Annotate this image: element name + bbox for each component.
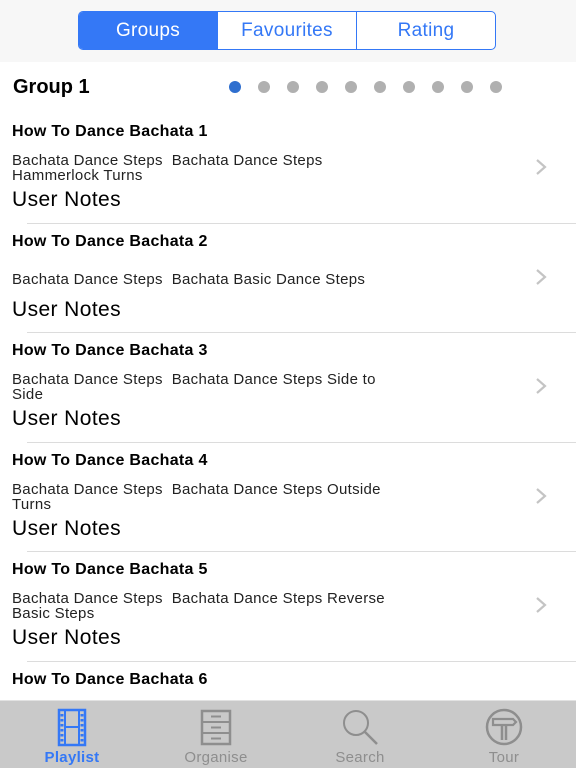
- top-bar: Groups Favourites Rating: [0, 0, 576, 62]
- video-list[interactable]: How To Dance Bachata 1 Bachata Dance Ste…: [0, 114, 576, 700]
- item-description: Bachata Dance Steps Bachata Dance Steps …: [12, 590, 385, 622]
- page-dot[interactable]: [461, 81, 473, 93]
- magnifier-icon: [343, 710, 378, 745]
- tab-playlist[interactable]: Playlist: [0, 701, 144, 768]
- page-dot[interactable]: [316, 81, 328, 93]
- film-strip-icon: [57, 708, 87, 747]
- page-dot[interactable]: [432, 81, 444, 93]
- page-dot[interactable]: [345, 81, 357, 93]
- chevron-right-icon: [536, 487, 547, 504]
- chevron-right-icon: [536, 378, 547, 394]
- item-description: Bachata Dance Steps Bachata Dance Steps …: [12, 480, 381, 513]
- tab-label: Search: [335, 749, 385, 766]
- segment-favourites[interactable]: Favourites: [217, 12, 356, 49]
- item-description: Bachata Dance Steps Bachata Dance Steps …: [12, 371, 376, 403]
- group-title: Group 1: [13, 76, 90, 98]
- item-title: How To Dance Bachata 3: [12, 342, 208, 359]
- page-dot[interactable]: [287, 81, 299, 93]
- list-item[interactable]: How To Dance Bachata 3 Bachata Dance Ste…: [0, 333, 576, 443]
- tab-label: Tour: [488, 749, 520, 766]
- tab-organise[interactable]: Organise: [144, 701, 288, 768]
- list-item[interactable]: How To Dance Bachata 5 Bachata Dance Ste…: [0, 552, 576, 662]
- item-notes: User Notes: [12, 407, 122, 430]
- tab-bar: Playlist Organise Search Tour: [0, 700, 576, 768]
- item-notes: User Notes: [12, 188, 122, 211]
- item-title: How To Dance Bachata 2: [12, 232, 208, 250]
- page-dot[interactable]: [258, 81, 270, 93]
- segmented-control: Groups Favourites Rating: [78, 11, 496, 50]
- list-item[interactable]: How To Dance Bachata 1 Bachata Dance Ste…: [0, 114, 576, 224]
- list-item[interactable]: How To Dance Bachata 6: [0, 662, 576, 701]
- item-title: How To Dance Bachata 1: [12, 123, 208, 140]
- signpost-icon: [485, 708, 523, 746]
- chevron-right-icon: [536, 597, 547, 613]
- item-title: How To Dance Bachata 6: [12, 670, 208, 688]
- segment-groups[interactable]: Groups: [79, 12, 217, 49]
- item-notes: User Notes: [12, 297, 122, 321]
- list-item[interactable]: How To Dance Bachata 2 Bachata Dance Ste…: [0, 224, 576, 333]
- page-dot[interactable]: [490, 81, 502, 93]
- item-notes: User Notes: [12, 626, 122, 649]
- item-title: How To Dance Bachata 4: [12, 451, 208, 469]
- list-item[interactable]: How To Dance Bachata 4 Bachata Dance Ste…: [0, 443, 576, 552]
- page-dot[interactable]: [229, 81, 241, 93]
- tab-label: Organise: [184, 749, 248, 766]
- item-description: Bachata Dance Steps Bachata Dance Steps …: [12, 152, 323, 184]
- tab-label: Playlist: [44, 749, 100, 766]
- page-indicator[interactable]: [229, 81, 502, 93]
- page-dot[interactable]: [403, 81, 415, 93]
- tab-tour[interactable]: Tour: [432, 701, 576, 768]
- item-description: Bachata Dance Steps Bachata Basic Dance …: [12, 270, 366, 288]
- chevron-right-icon: [536, 159, 547, 175]
- filing-cabinet-icon: [200, 709, 232, 746]
- item-notes: User Notes: [12, 516, 122, 540]
- tab-search[interactable]: Search: [288, 701, 432, 768]
- item-title: How To Dance Bachata 5: [12, 561, 208, 578]
- chevron-right-icon: [536, 268, 547, 285]
- page-dot[interactable]: [374, 81, 386, 93]
- segment-rating[interactable]: Rating: [356, 12, 495, 49]
